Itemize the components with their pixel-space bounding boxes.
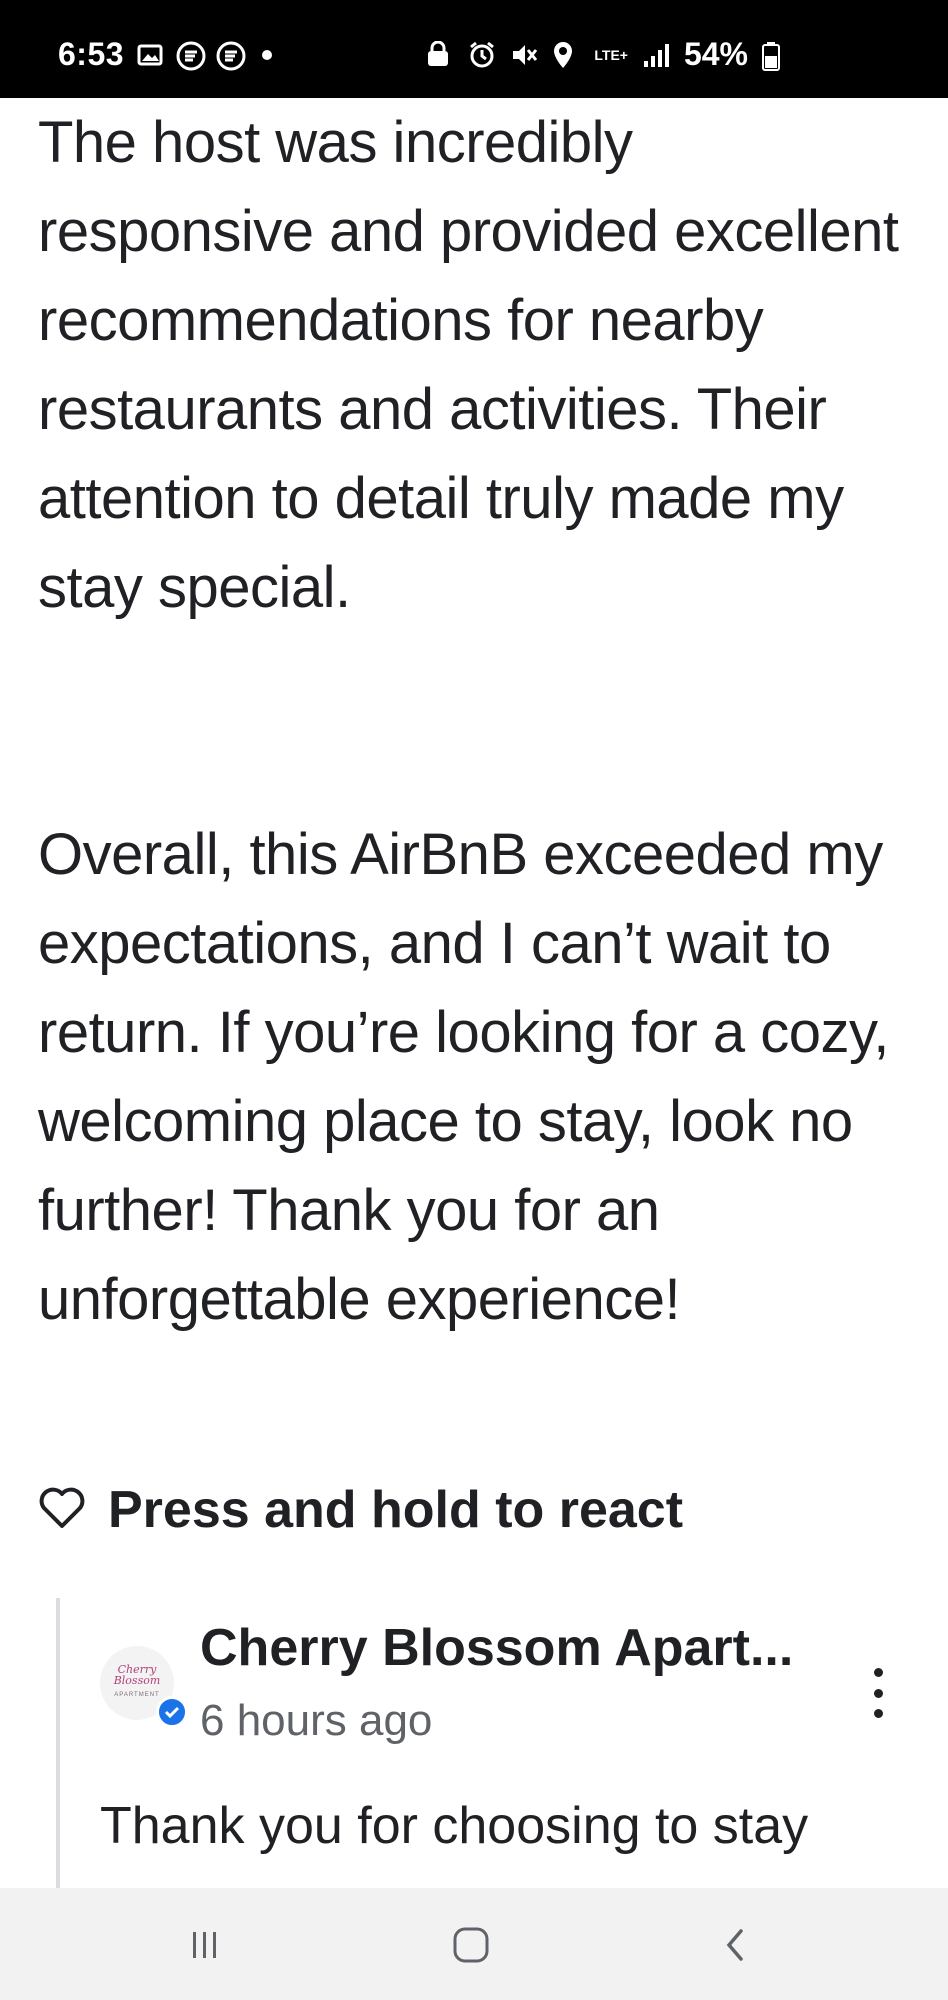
mute-icon: [510, 41, 538, 69]
app-notification-icon: [176, 41, 206, 70]
vpn-icon: [426, 40, 454, 69]
battery-percent: 54%: [683, 36, 748, 72]
avatar-logo-subtext: APARTMENT: [114, 1692, 160, 1698]
react-label: Press and hold to react: [108, 1481, 684, 1539]
app-notification-icon-2: [216, 41, 246, 70]
home-icon: [453, 1927, 489, 1963]
more-dot: [873, 1709, 883, 1718]
status-right: LTE+ 54%: [426, 36, 790, 73]
clock: 6:53: [58, 36, 125, 72]
recents-button[interactable]: [175, 1918, 235, 1972]
replier-name[interactable]: Cherry Blossom Apart...: [200, 1618, 793, 1678]
network-type: LTE+: [594, 46, 628, 63]
reply-timestamp: 6 hours ago: [200, 1696, 433, 1745]
avatar-logo-text: Cherry Blossom: [113, 1663, 161, 1687]
review-paragraph: Overall, this AirBnB exceeded my expecta…: [38, 822, 889, 1332]
more-options-button[interactable]: [868, 1668, 888, 1718]
owner-reply: Cherry Blossom APARTMENT Cherry Blossom …: [56, 1598, 900, 1890]
battery-icon: [762, 41, 790, 71]
location-icon: [552, 41, 580, 69]
signal-icon: [642, 41, 670, 69]
alarm-icon: [468, 41, 496, 69]
gallery-notification-icon: [136, 41, 164, 69]
review-paragraph: The host was incredibly responsive and p…: [38, 110, 899, 620]
heart-outline-icon: [38, 1486, 86, 1535]
recents-icon: [193, 1932, 216, 1958]
more-notifications-dot: [262, 49, 273, 60]
more-dot: [873, 1668, 883, 1677]
home-button[interactable]: [441, 1918, 501, 1972]
back-button[interactable]: [706, 1918, 766, 1972]
status-bar: 6:53 LTE+ 54%: [0, 0, 948, 98]
verified-badge-icon: [156, 1696, 188, 1728]
status-left: 6:53: [58, 36, 273, 73]
reply-text: Thank you for choosing to stay: [100, 1797, 809, 1855]
back-icon: [726, 1929, 743, 1961]
react-button[interactable]: Press and hold to react: [38, 1480, 683, 1540]
more-dot: [873, 1688, 883, 1698]
navigation-bar: [0, 1888, 948, 2000]
